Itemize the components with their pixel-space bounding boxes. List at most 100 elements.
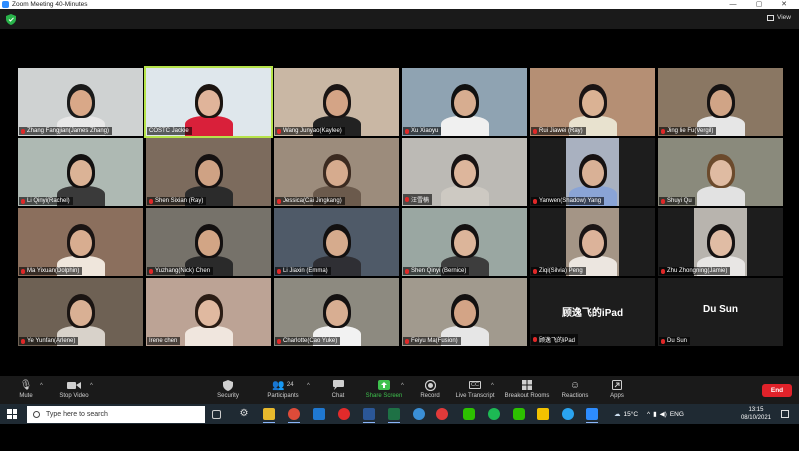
participant-tile[interactable]: Du Sun Du Sun xyxy=(658,278,783,346)
participant-name: Shen Sixian (Ray) xyxy=(155,198,204,204)
app-red-icon[interactable] xyxy=(338,408,350,420)
mail-icon[interactable] xyxy=(313,408,325,420)
file-explorer-icon[interactable] xyxy=(263,408,275,420)
telegram-icon[interactable] xyxy=(562,408,574,420)
participant-tile[interactable]: Ma Yixuan(Dolphin) xyxy=(18,208,143,276)
chrome-profile-icon[interactable] xyxy=(436,408,448,420)
participant-tile[interactable]: Charlotte(Cao Yuke) xyxy=(274,278,399,346)
mute-button[interactable]: 🎙 Mute xyxy=(2,379,50,400)
participant-tile[interactable]: Li Jiaxin (Emma) xyxy=(274,208,399,276)
settings-gear-icon[interactable]: ⚙ xyxy=(238,408,250,420)
participant-tile[interactable]: Xu Xiaoyu xyxy=(402,68,527,136)
participant-name-tag: Jessica(Cai Jingkang) xyxy=(275,197,345,205)
notification-icon[interactable] xyxy=(781,410,789,418)
record-button[interactable]: Record xyxy=(406,379,454,399)
muted-microphone-icon xyxy=(405,268,409,274)
security-button[interactable]: Security xyxy=(204,379,252,399)
taskbar-search-box[interactable]: Type here to search xyxy=(27,406,205,423)
participants-button[interactable]: 👥 24 Participants xyxy=(259,379,307,400)
minimize-button[interactable]: — xyxy=(721,0,745,9)
task-view-icon[interactable] xyxy=(212,410,221,419)
reactions-button[interactable]: ☺ Reactions xyxy=(551,379,599,400)
stop-video-button[interactable]: Stop Video xyxy=(50,379,98,399)
share-screen-button[interactable]: Share Screen xyxy=(360,379,408,399)
participant-tile[interactable]: Rui Jiawei (Ray) xyxy=(530,68,655,136)
spotify-icon[interactable] xyxy=(488,408,500,420)
participant-tile[interactable]: COSTC Jackie xyxy=(144,66,273,138)
breakout-rooms-button[interactable]: Breakout Rooms xyxy=(503,379,551,399)
participants-caret-icon[interactable]: ^ xyxy=(307,383,310,389)
weather-cloud-icon[interactable]: ☁ xyxy=(614,410,621,418)
participant-display-name: 顾逸飞的iPad xyxy=(561,308,624,319)
close-button[interactable]: ✕ xyxy=(772,0,796,9)
search-placeholder: Type here to search xyxy=(46,411,108,418)
mute-label: Mute xyxy=(19,393,33,399)
participants-count: 24 xyxy=(286,382,294,388)
wechat-work-icon[interactable] xyxy=(513,408,525,420)
apps-icon xyxy=(612,379,622,391)
apps-button[interactable]: Apps xyxy=(593,379,641,399)
taskbar-clock[interactable]: 13:15 08/10/2021 xyxy=(741,406,771,422)
participant-name-tag: Irene chen xyxy=(147,337,181,345)
participant-tile[interactable]: 顾逸飞的iPad 顾逸飞的iPad xyxy=(530,278,655,346)
search-icon xyxy=(33,411,40,418)
word-icon[interactable] xyxy=(363,408,375,420)
participant-tile[interactable]: Ziqi(Silvia) Peng xyxy=(530,208,655,276)
participant-name: Yuzhang(Nick) Chen xyxy=(155,268,211,274)
maximize-button[interactable]: ▢ xyxy=(747,0,771,9)
participant-tile[interactable]: Jessica(Cai Jingkang) xyxy=(274,138,399,206)
participant-tile[interactable]: Feiyu Ma(Fusion) xyxy=(402,278,527,346)
zoom-taskbar-icon[interactable] xyxy=(586,408,598,420)
participant-name-tag: Shuyi Qu xyxy=(659,197,695,205)
wechat-icon[interactable] xyxy=(463,408,475,420)
participant-tile[interactable]: Yanwen(Shadow) Yang xyxy=(530,138,655,206)
muted-microphone-icon xyxy=(21,128,25,134)
muted-microphone-icon xyxy=(661,268,665,274)
participant-tile[interactable]: Ye Yunfan(Arlene) xyxy=(18,278,143,346)
participant-tile[interactable]: Shen Sixian (Ray) xyxy=(146,138,271,206)
excel-icon[interactable] xyxy=(388,408,400,420)
windows-start-icon[interactable] xyxy=(7,409,17,419)
muted-microphone-icon xyxy=(149,268,153,274)
volume-icon[interactable]: ◀) xyxy=(660,410,667,418)
share-options-caret-icon[interactable]: ^ xyxy=(401,383,404,389)
encryption-shield-icon[interactable] xyxy=(6,14,16,25)
end-meeting-button[interactable]: End xyxy=(762,384,792,397)
participant-tile[interactable]: Shen Qinyi (Bernice) xyxy=(402,208,527,276)
browser-icon[interactable] xyxy=(413,408,425,420)
participant-name-tag: Xu Xiaoyu xyxy=(403,127,442,135)
participant-tile[interactable]: Yuzhang(Nick) Chen xyxy=(146,208,271,276)
participant-tile[interactable]: Zhu Zhongning(Jamie) xyxy=(658,208,783,276)
participant-name: Li Jiaxin (Emma) xyxy=(283,268,328,274)
live-transcript-label: Live Transcript xyxy=(455,393,495,399)
security-shield-icon xyxy=(223,379,233,391)
video-options-caret-icon[interactable]: ^ xyxy=(90,383,93,389)
muted-microphone-icon xyxy=(661,198,665,204)
participant-name: Du Sun xyxy=(667,338,688,344)
muted-microphone-icon xyxy=(533,198,537,204)
participant-tile[interactable]: Wang Junyao(Kaylee) xyxy=(274,68,399,136)
language-indicator[interactable]: ENG xyxy=(670,411,684,418)
active-indicator xyxy=(363,422,375,423)
participant-tile[interactable]: Zhang Fangjian(James Zhang) xyxy=(18,68,143,136)
participant-video-silhouette xyxy=(691,144,751,206)
network-icon[interactable]: ▮ xyxy=(653,410,657,418)
participant-tile[interactable]: Li Qinyi(Rachel) xyxy=(18,138,143,206)
participant-tile[interactable]: 汪雪楠 xyxy=(402,138,527,206)
stop-video-label: Stop Video xyxy=(59,393,89,399)
participant-name: Jessica(Cai Jingkang) xyxy=(283,198,342,204)
tray-expand-icon[interactable]: ^ xyxy=(647,411,650,418)
chat-button[interactable]: Chat xyxy=(314,379,362,399)
audio-options-caret-icon[interactable]: ^ xyxy=(40,383,43,389)
app-yellow-icon[interactable] xyxy=(537,408,549,420)
live-transcript-button[interactable]: CC Live Transcript xyxy=(451,379,499,399)
chrome-icon[interactable] xyxy=(288,408,300,420)
participant-tile[interactable]: Irene chen xyxy=(146,278,271,346)
transcript-caret-icon[interactable]: ^ xyxy=(491,383,494,389)
view-button[interactable]: View xyxy=(767,14,791,21)
participant-tile[interactable]: Shuyi Qu xyxy=(658,138,783,206)
participant-name: Rui Jiawei (Ray) xyxy=(539,128,583,134)
zoom-window: Zoom Meeting 40-Minutes — ▢ ✕ View Zhang… xyxy=(0,0,799,451)
participant-tile[interactable]: Jing lie Fu(Vergil) xyxy=(658,68,783,136)
record-label: Record xyxy=(420,393,440,399)
